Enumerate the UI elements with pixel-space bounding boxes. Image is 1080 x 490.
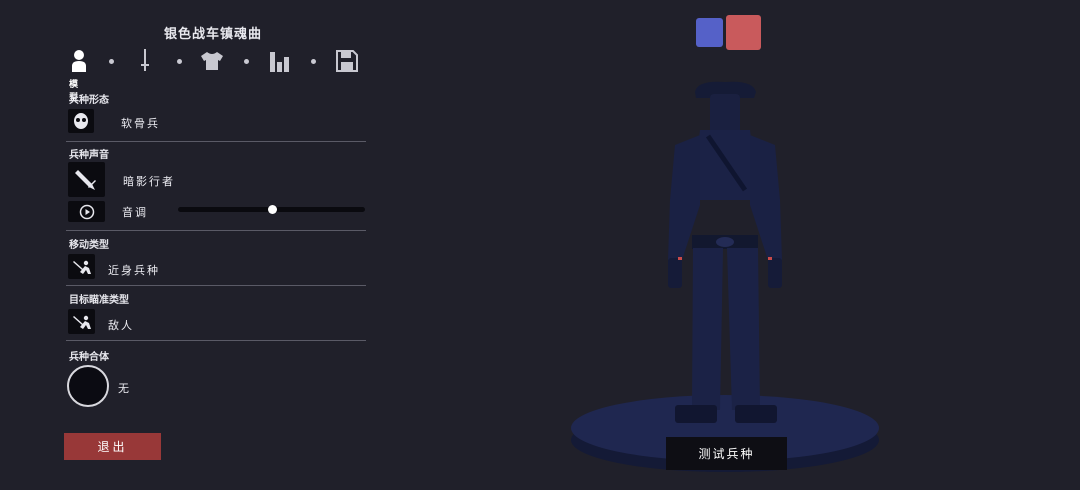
tab-separator-dot — [109, 59, 114, 64]
dagger-icon — [74, 169, 96, 190]
section-label-unit-voice: 兵种声音 — [69, 150, 109, 161]
unit-form-value: 软骨兵 — [121, 117, 160, 130]
unit-name-title: 银色战车镇魂曲 — [163, 27, 262, 42]
targeting-type-selector[interactable] — [68, 309, 95, 334]
melee-unit-icon — [72, 315, 91, 329]
unit-fusion-selector[interactable] — [67, 365, 109, 407]
save-icon — [336, 50, 358, 72]
tab-clothing[interactable] — [199, 47, 225, 75]
pitch-label: 音调 — [122, 206, 148, 219]
section-divider — [66, 230, 366, 231]
blue-team-button[interactable] — [696, 18, 723, 47]
shirt-icon — [201, 52, 223, 70]
exit-button[interactable]: 退出 — [64, 433, 161, 460]
pitch-slider[interactable] — [178, 205, 365, 214]
unit-form-selector[interactable] — [68, 109, 94, 133]
unit-voice-selector[interactable] — [68, 162, 105, 197]
section-divider — [66, 340, 366, 341]
unit-voice-value: 暗影行者 — [123, 175, 175, 188]
section-divider — [66, 141, 366, 142]
tab-separator-dot — [177, 59, 182, 64]
section-divider — [66, 285, 366, 286]
melee-unit-icon — [72, 260, 91, 274]
red-team-button[interactable] — [726, 15, 761, 50]
bar-chart-icon — [270, 52, 289, 72]
play-icon — [79, 204, 94, 219]
unit-model-render — [571, 81, 879, 472]
unit-preview — [560, 70, 890, 486]
section-label-movement-type: 移动类型 — [69, 240, 109, 251]
section-label-unit-form: 兵种形态 — [69, 95, 109, 106]
voice-preview-button[interactable] — [68, 201, 105, 222]
pitch-slider-thumb[interactable] — [267, 205, 277, 214]
targeting-type-value: 敌人 — [108, 319, 134, 332]
tab-separator-dot — [311, 59, 316, 64]
test-unit-button[interactable]: 测试兵种 — [666, 437, 787, 470]
tab-separator-dot — [244, 59, 249, 64]
tab-save[interactable] — [334, 47, 360, 75]
sword-icon — [141, 49, 149, 71]
movement-type-selector[interactable] — [68, 254, 95, 279]
mask-icon — [74, 113, 88, 129]
unit-editor-panel: 银色战车镇魂曲 模型 兵种形态 软骨兵 兵种声音 暗影行者 音调 移动类型 近身… — [0, 0, 380, 486]
tab-model[interactable] — [66, 47, 92, 75]
movement-type-value: 近身兵种 — [108, 264, 160, 277]
person-icon — [72, 50, 86, 72]
tab-stats[interactable] — [267, 47, 293, 75]
unit-fusion-value: 无 — [118, 382, 131, 395]
section-label-unit-fusion: 兵种合体 — [69, 352, 109, 363]
section-label-targeting-type: 目标瞄准类型 — [69, 295, 129, 306]
tab-weapons[interactable] — [132, 47, 158, 75]
